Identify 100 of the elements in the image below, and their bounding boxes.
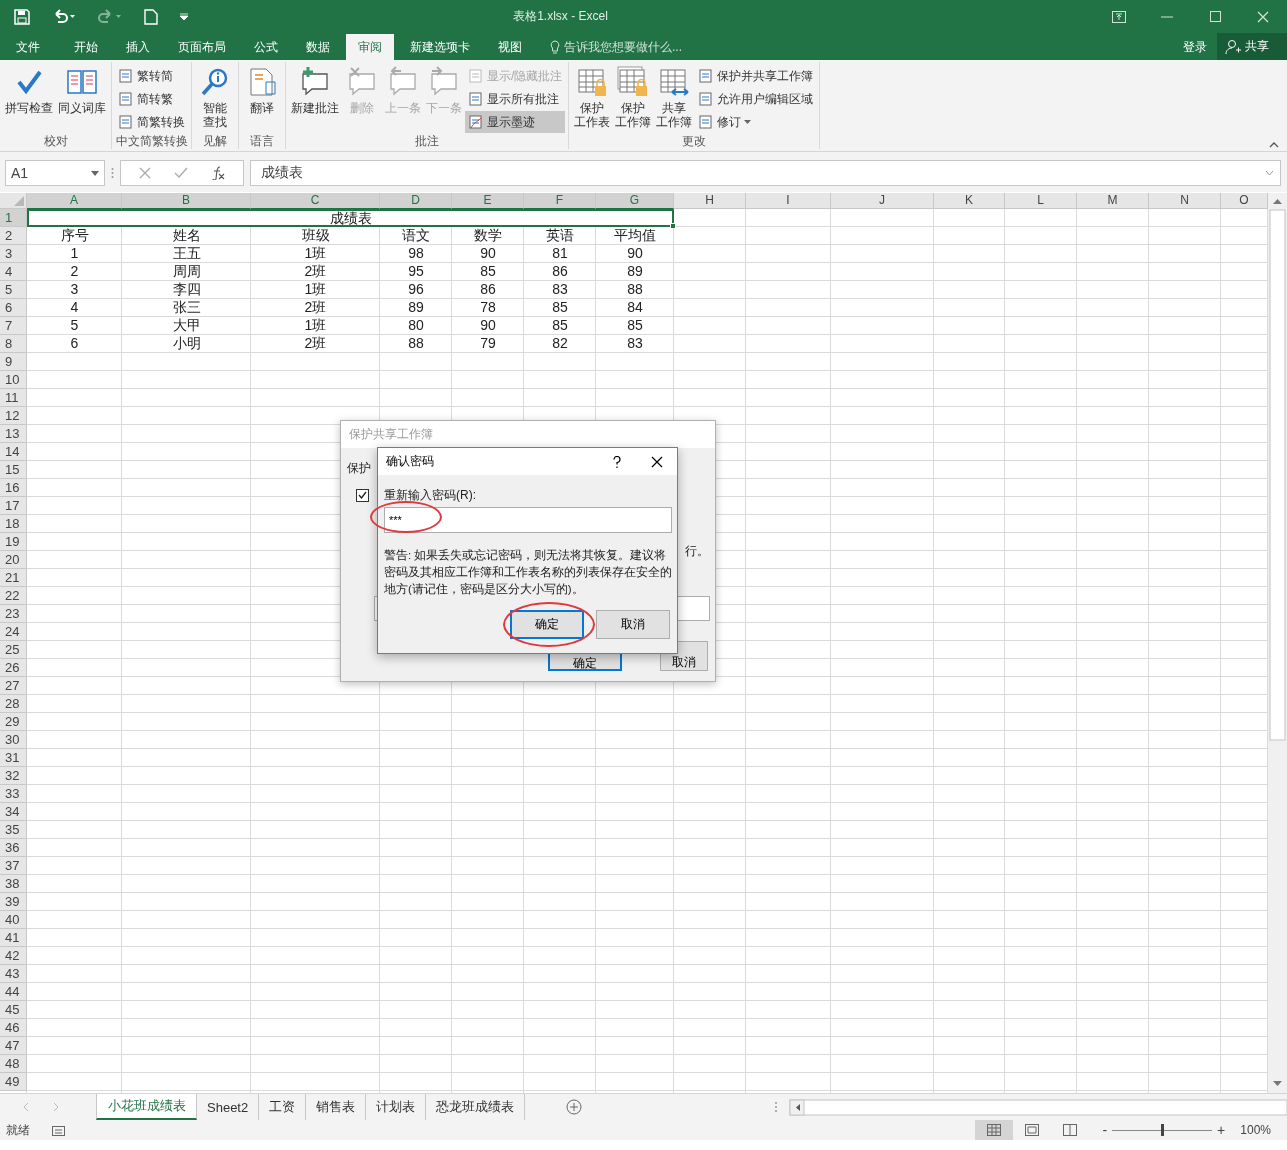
row-number[interactable]: 27 <box>0 677 27 695</box>
ribbon-tab[interactable]: 插入 <box>114 34 162 60</box>
row-number[interactable]: 49 <box>0 1073 27 1091</box>
ribbon-button[interactable]: 简转繁 <box>115 88 188 110</box>
column-header[interactable]: F <box>524 193 596 209</box>
row-number[interactable]: 25 <box>0 641 27 659</box>
row-number[interactable]: 7 <box>0 317 27 335</box>
zoom-in-button[interactable]: + <box>1212 1122 1231 1138</box>
name-box[interactable]: A1 <box>5 160 105 186</box>
ribbon-tab[interactable]: 开始 <box>62 34 110 60</box>
ribbon-tab[interactable]: 公式 <box>242 34 290 60</box>
ribbon-button[interactable]: 繁转简 <box>115 65 188 87</box>
ribbon-button[interactable]: 共享 工作簿 <box>654 64 695 133</box>
ribbon-tab[interactable]: 文件 <box>4 34 52 60</box>
row-number[interactable]: 45 <box>0 1001 27 1019</box>
row-number[interactable]: 31 <box>0 749 27 767</box>
row-number[interactable]: 21 <box>0 569 27 587</box>
ribbon-button[interactable]: 保护并共享工作簿 <box>695 65 817 87</box>
row-number[interactable]: 20 <box>0 551 27 569</box>
column-header[interactable]: A <box>27 193 122 209</box>
ribbon-tab[interactable]: 视图 <box>486 34 534 60</box>
row-number[interactable]: 30 <box>0 731 27 749</box>
row-number[interactable]: 23 <box>0 605 27 623</box>
horizontal-scrollbar[interactable] <box>772 1098 1287 1116</box>
sheet-tab[interactable]: 小花班成绩表 <box>96 1094 197 1120</box>
column-header[interactable]: O <box>1221 193 1268 209</box>
row-number[interactable]: 6 <box>0 299 27 317</box>
row-number[interactable]: 8 <box>0 335 27 353</box>
ribbon-button[interactable]: 保护 工作表 <box>572 64 613 133</box>
row-number[interactable]: 42 <box>0 947 27 965</box>
collapse-ribbon-icon[interactable] <box>1269 142 1279 148</box>
row-number[interactable]: 47 <box>0 1037 27 1055</box>
password-field[interactable]: *** <box>384 507 672 533</box>
cancel-button[interactable]: 取消 <box>596 610 670 639</box>
row-number[interactable]: 14 <box>0 443 27 461</box>
row-number[interactable]: 44 <box>0 983 27 1001</box>
row-number[interactable]: 4 <box>0 263 27 281</box>
checkbox[interactable] <box>356 488 369 502</box>
column-header[interactable]: N <box>1149 193 1221 209</box>
row-number[interactable]: 17 <box>0 497 27 515</box>
sign-in-link[interactable]: 登录 <box>1173 34 1217 60</box>
row-number[interactable]: 11 <box>0 389 27 407</box>
zoom-out-button[interactable]: - <box>1097 1122 1113 1138</box>
row-number[interactable]: 35 <box>0 821 27 839</box>
ribbon-button[interactable]: 翻译 <box>242 64 282 133</box>
ribbon-button[interactable]: 同义词库 <box>56 64 108 133</box>
ribbon-tab[interactable]: 审阅 <box>346 34 394 60</box>
row-number[interactable]: 12 <box>0 407 27 425</box>
row-number[interactable]: 15 <box>0 461 27 479</box>
row-number[interactable]: 28 <box>0 695 27 713</box>
column-header[interactable]: M <box>1077 193 1149 209</box>
column-header[interactable]: J <box>831 193 934 209</box>
column-header[interactable]: E <box>452 193 524 209</box>
row-number[interactable]: 22 <box>0 587 27 605</box>
row-number[interactable]: 9 <box>0 353 27 371</box>
ribbon-tab[interactable]: 新建选项卡 <box>398 34 482 60</box>
column-header[interactable]: C <box>251 193 380 209</box>
row-number[interactable]: 24 <box>0 623 27 641</box>
row-number[interactable]: 26 <box>0 659 27 677</box>
row-number[interactable]: 34 <box>0 803 27 821</box>
ribbon-button[interactable]: 保护 工作簿 <box>613 64 654 133</box>
row-number[interactable]: 2 <box>0 227 27 245</box>
column-header[interactable]: H <box>674 193 746 209</box>
row-number[interactable]: 38 <box>0 875 27 893</box>
row-number[interactable]: 48 <box>0 1055 27 1073</box>
row-number[interactable]: 33 <box>0 785 27 803</box>
ribbon-button[interactable]: 显示所有批注 <box>465 88 566 110</box>
row-number[interactable]: 46 <box>0 1019 27 1037</box>
row-number[interactable]: 32 <box>0 767 27 785</box>
ribbon-button[interactable]: 简繁转换 <box>115 111 188 133</box>
row-number[interactable]: 41 <box>0 929 27 947</box>
row-number[interactable]: 13 <box>0 425 27 443</box>
view-button[interactable] <box>975 1120 1014 1140</box>
ribbon-button[interactable]: 显示墨迹 <box>465 111 566 133</box>
row-number[interactable]: 16 <box>0 479 27 497</box>
ribbon-tab[interactable]: 页面布局 <box>166 34 238 60</box>
vertical-scrollbar[interactable] <box>1268 193 1287 1093</box>
column-header[interactable]: B <box>122 193 251 209</box>
row-number[interactable]: 19 <box>0 533 27 551</box>
row-number[interactable]: 37 <box>0 857 27 875</box>
ok-button[interactable]: 确定 <box>510 610 584 639</box>
row-number[interactable]: 3 <box>0 245 27 263</box>
row-number[interactable]: 29 <box>0 713 27 731</box>
column-header[interactable]: D <box>380 193 452 209</box>
column-header[interactable]: I <box>746 193 831 209</box>
column-header[interactable]: K <box>934 193 1005 209</box>
ribbon-tab[interactable]: 数据 <box>294 34 342 60</box>
column-header[interactable]: G <box>596 193 674 209</box>
formula-field[interactable]: 成绩表 <box>250 160 1281 186</box>
row-number[interactable]: 36 <box>0 839 27 857</box>
row-number[interactable]: 18 <box>0 515 27 533</box>
tell-me-field[interactable]: 告诉我您想要做什么... <box>564 38 682 56</box>
ribbon-button[interactable]: 允许用户编辑区域 <box>695 88 817 110</box>
row-number[interactable]: 10 <box>0 371 27 389</box>
column-header[interactable]: L <box>1005 193 1077 209</box>
row-number[interactable]: 1 <box>0 209 27 227</box>
ribbon-button[interactable]: 修订 <box>695 111 817 133</box>
row-number[interactable]: 39 <box>0 893 27 911</box>
ribbon-button[interactable]: 新建批注 <box>289 64 341 133</box>
zoom-slider-thumb[interactable] <box>1161 1124 1165 1136</box>
